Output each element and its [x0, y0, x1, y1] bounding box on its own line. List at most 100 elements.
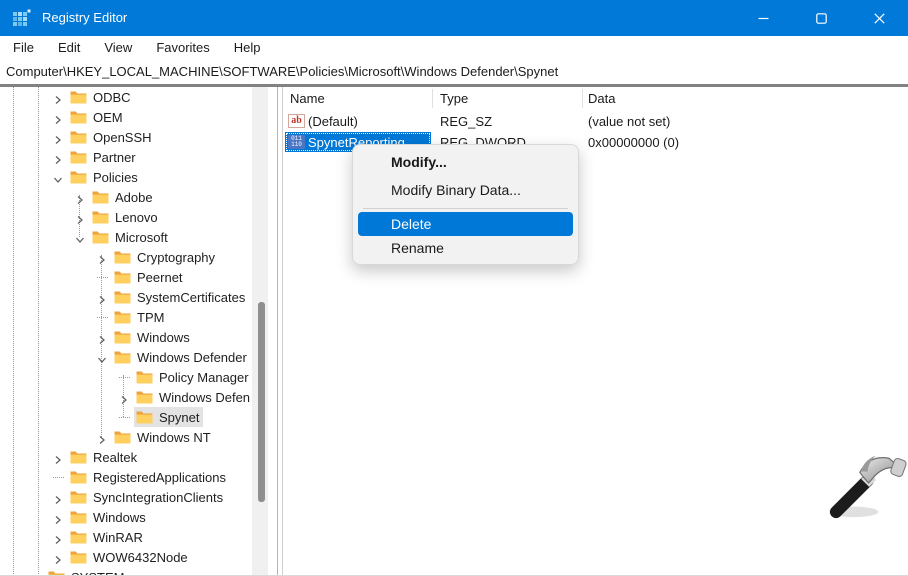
chevron-right-icon[interactable]: [52, 492, 64, 502]
tree-item-tpm[interactable]: TPM: [0, 307, 268, 327]
tree-item-syncintegrationclients[interactable]: SyncIntegrationClients: [0, 487, 268, 507]
tree-item-content[interactable]: Windows NT: [112, 427, 215, 447]
chevron-right-icon[interactable]: [52, 112, 64, 122]
tree-item-wow6432node[interactable]: WOW6432Node: [0, 547, 268, 567]
chevron-right-icon[interactable]: [52, 532, 64, 542]
address-input[interactable]: Computer\HKEY_LOCAL_MACHINE\SOFTWARE\Pol…: [6, 64, 558, 79]
tree-item-winrar[interactable]: WinRAR: [0, 527, 268, 547]
string-value-icon: ab: [288, 114, 305, 128]
folder-icon: [136, 390, 153, 404]
tree-item-windows[interactable]: Windows: [0, 327, 268, 347]
tree-item-content[interactable]: Realtek: [68, 447, 141, 467]
chevron-right-icon[interactable]: [96, 292, 108, 302]
tree-connector: [119, 417, 130, 418]
tree-item-content[interactable]: WOW6432Node: [68, 547, 192, 567]
chevron-right-icon[interactable]: [74, 192, 86, 202]
chevron-right-icon[interactable]: [30, 572, 42, 576]
tree-scrollbar-thumb[interactable]: [258, 302, 265, 502]
chevron-down-icon[interactable]: [52, 172, 64, 182]
tree-item-content[interactable]: Cryptography: [112, 247, 219, 267]
tree-item-windows-defen[interactable]: Windows Defen: [0, 387, 268, 407]
menu-edit[interactable]: Edit: [46, 36, 92, 60]
chevron-right-icon[interactable]: [52, 152, 64, 162]
tree-item-windows-nt[interactable]: Windows NT: [0, 427, 268, 447]
tree-item-systemcertificates[interactable]: SystemCertificates: [0, 287, 268, 307]
tree-item-content[interactable]: Microsoft: [90, 227, 172, 247]
menu-help[interactable]: Help: [222, 36, 273, 60]
window-controls: [734, 0, 908, 36]
chevron-right-icon[interactable]: [52, 452, 64, 462]
tree-item-content[interactable]: Windows: [68, 507, 150, 527]
tree-item-partner[interactable]: Partner: [0, 147, 268, 167]
chevron-right-icon[interactable]: [52, 512, 64, 522]
chevron-right-icon[interactable]: [52, 552, 64, 562]
tree-item-policies[interactable]: Policies: [0, 167, 268, 187]
tree-item-peernet[interactable]: Peernet: [0, 267, 268, 287]
chevron-down-icon[interactable]: [96, 352, 108, 362]
tree-item-content[interactable]: SyncIntegrationClients: [68, 487, 227, 507]
tree-item-content[interactable]: Policy Manager: [134, 367, 253, 387]
column-header-data[interactable]: Data: [588, 91, 615, 106]
tree-item-policy-manager[interactable]: Policy Manager: [0, 367, 268, 387]
tree-item-content[interactable]: Policies: [68, 167, 142, 187]
chevron-right-icon[interactable]: [74, 212, 86, 222]
column-separator[interactable]: [432, 89, 433, 108]
context-menu-modify[interactable]: Modify...: [353, 148, 578, 176]
tree-item-content[interactable]: Windows Defen: [134, 387, 254, 407]
tree-item-content[interactable]: WinRAR: [68, 527, 147, 547]
tree-item-content[interactable]: OpenSSH: [68, 127, 156, 147]
tree-item-content[interactable]: SYSTEM: [46, 567, 128, 576]
tree-item-realtek[interactable]: Realtek: [0, 447, 268, 467]
menu-view[interactable]: View: [92, 36, 144, 60]
tree-item-cryptography[interactable]: Cryptography: [0, 247, 268, 267]
column-header-type[interactable]: Type: [440, 91, 468, 106]
tree-item-windows[interactable]: Windows: [0, 507, 268, 527]
tree-item-content[interactable]: Partner: [68, 147, 140, 167]
tree-scrollbar[interactable]: [252, 87, 268, 576]
tree-item-openssh[interactable]: OpenSSH: [0, 127, 268, 147]
tree-item-content[interactable]: Peernet: [112, 267, 187, 287]
tree-item-content[interactable]: Adobe: [90, 187, 157, 207]
pane-splitter[interactable]: [277, 87, 283, 576]
tree-item-content[interactable]: SystemCertificates: [112, 287, 249, 307]
tree-item-microsoft[interactable]: Microsoft: [0, 227, 268, 247]
chevron-right-icon[interactable]: [52, 92, 64, 102]
tree-item-content[interactable]: ODBC: [68, 87, 135, 107]
tree-item-windows-defender[interactable]: Windows Defender: [0, 347, 268, 367]
tree-item-registeredapplications[interactable]: RegisteredApplications: [0, 467, 268, 487]
value-row-default[interactable]: ab(Default)REG_SZ(value not set): [285, 111, 908, 131]
column-separator[interactable]: [582, 89, 583, 108]
tree-item-content[interactable]: Windows: [112, 327, 194, 347]
context-menu-modify-binary-data[interactable]: Modify Binary Data...: [353, 176, 578, 204]
tree-item-content[interactable]: OEM: [68, 107, 127, 127]
close-button[interactable]: [850, 0, 908, 36]
chevron-right-icon[interactable]: [52, 132, 64, 142]
chevron-right-icon[interactable]: [96, 432, 108, 442]
maximize-button[interactable]: [792, 0, 850, 36]
tree-item-content[interactable]: Spynet: [134, 407, 203, 427]
tree-item-lenovo[interactable]: Lenovo: [0, 207, 268, 227]
menu-file[interactable]: File: [1, 36, 46, 60]
tree-item-oem[interactable]: OEM: [0, 107, 268, 127]
tree-item-odbc[interactable]: ODBC: [0, 87, 268, 107]
tree-item-label: RegisteredApplications: [93, 470, 226, 485]
tree-item-label: Policy Manager: [159, 370, 249, 385]
minimize-button[interactable]: [734, 0, 792, 36]
context-menu-delete[interactable]: Delete: [358, 212, 573, 236]
folder-icon: [70, 450, 87, 464]
tree-item-adobe[interactable]: Adobe: [0, 187, 268, 207]
menu-favorites[interactable]: Favorites: [144, 36, 221, 60]
chevron-right-icon[interactable]: [96, 252, 108, 262]
tree-item-content[interactable]: RegisteredApplications: [68, 467, 230, 487]
chevron-right-icon[interactable]: [118, 392, 130, 402]
tree-item-spynet[interactable]: Spynet: [0, 407, 268, 427]
column-header-name[interactable]: Name: [290, 91, 325, 106]
context-menu-rename[interactable]: Rename: [353, 236, 578, 260]
tree-item-content[interactable]: Lenovo: [90, 207, 162, 227]
chevron-right-icon[interactable]: [96, 332, 108, 342]
tree-item-label: Realtek: [93, 450, 137, 465]
chevron-down-icon[interactable]: [74, 232, 86, 242]
tree-item-content[interactable]: TPM: [112, 307, 168, 327]
tree-item-content[interactable]: Windows Defender: [112, 347, 251, 367]
tree-item-system[interactable]: SYSTEM: [0, 567, 268, 576]
